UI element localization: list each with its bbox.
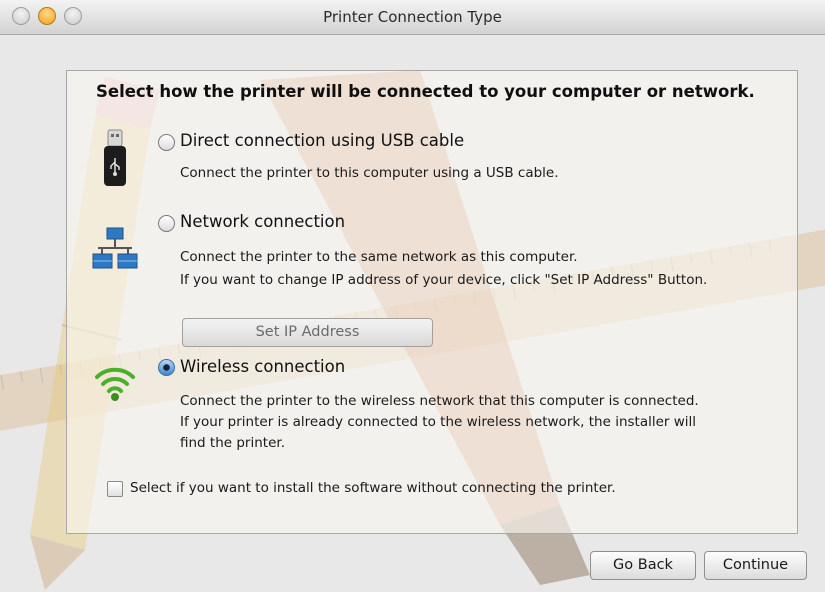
go-back-button[interactable]: Go Back — [590, 551, 696, 580]
wireless-connection-radio[interactable] — [158, 359, 175, 376]
install-without-connecting-label[interactable]: Select if you want to install the softwa… — [130, 480, 616, 496]
network-connection-radio[interactable] — [158, 215, 175, 232]
wireless-connection-label[interactable]: Wireless connection — [180, 357, 345, 376]
usb-connection-description: Connect the printer to this computer usi… — [180, 165, 559, 181]
install-without-connecting-checkbox[interactable] — [107, 481, 123, 497]
network-connection-description-line-2: If you want to change IP address of your… — [180, 272, 708, 288]
usb-connection-label[interactable]: Direct connection using USB cable — [180, 131, 464, 150]
installer-window: Printer Connection Type Select how the p… — [0, 0, 825, 592]
wireless-connection-description-line-1: Connect the printer to the wireless netw… — [180, 393, 699, 409]
network-icon — [92, 227, 138, 269]
wireless-connection-description-line-2: If your printer is already connected to … — [180, 414, 697, 430]
page-heading: Select how the printer will be connected… — [96, 82, 755, 101]
wireless-connection-description-line-3: find the printer. — [180, 435, 285, 451]
set-ip-address-button[interactable]: Set IP Address — [182, 318, 433, 347]
wifi-icon — [95, 367, 135, 401]
continue-button[interactable]: Continue — [704, 551, 807, 580]
window-title: Printer Connection Type — [323, 8, 502, 26]
title-bar: Printer Connection Type — [0, 0, 825, 35]
usb-connection-radio[interactable] — [158, 134, 175, 151]
network-connection-description-line-1: Connect the printer to the same network … — [180, 249, 578, 265]
usb-drive-icon — [104, 129, 126, 186]
network-connection-label[interactable]: Network connection — [180, 212, 345, 231]
